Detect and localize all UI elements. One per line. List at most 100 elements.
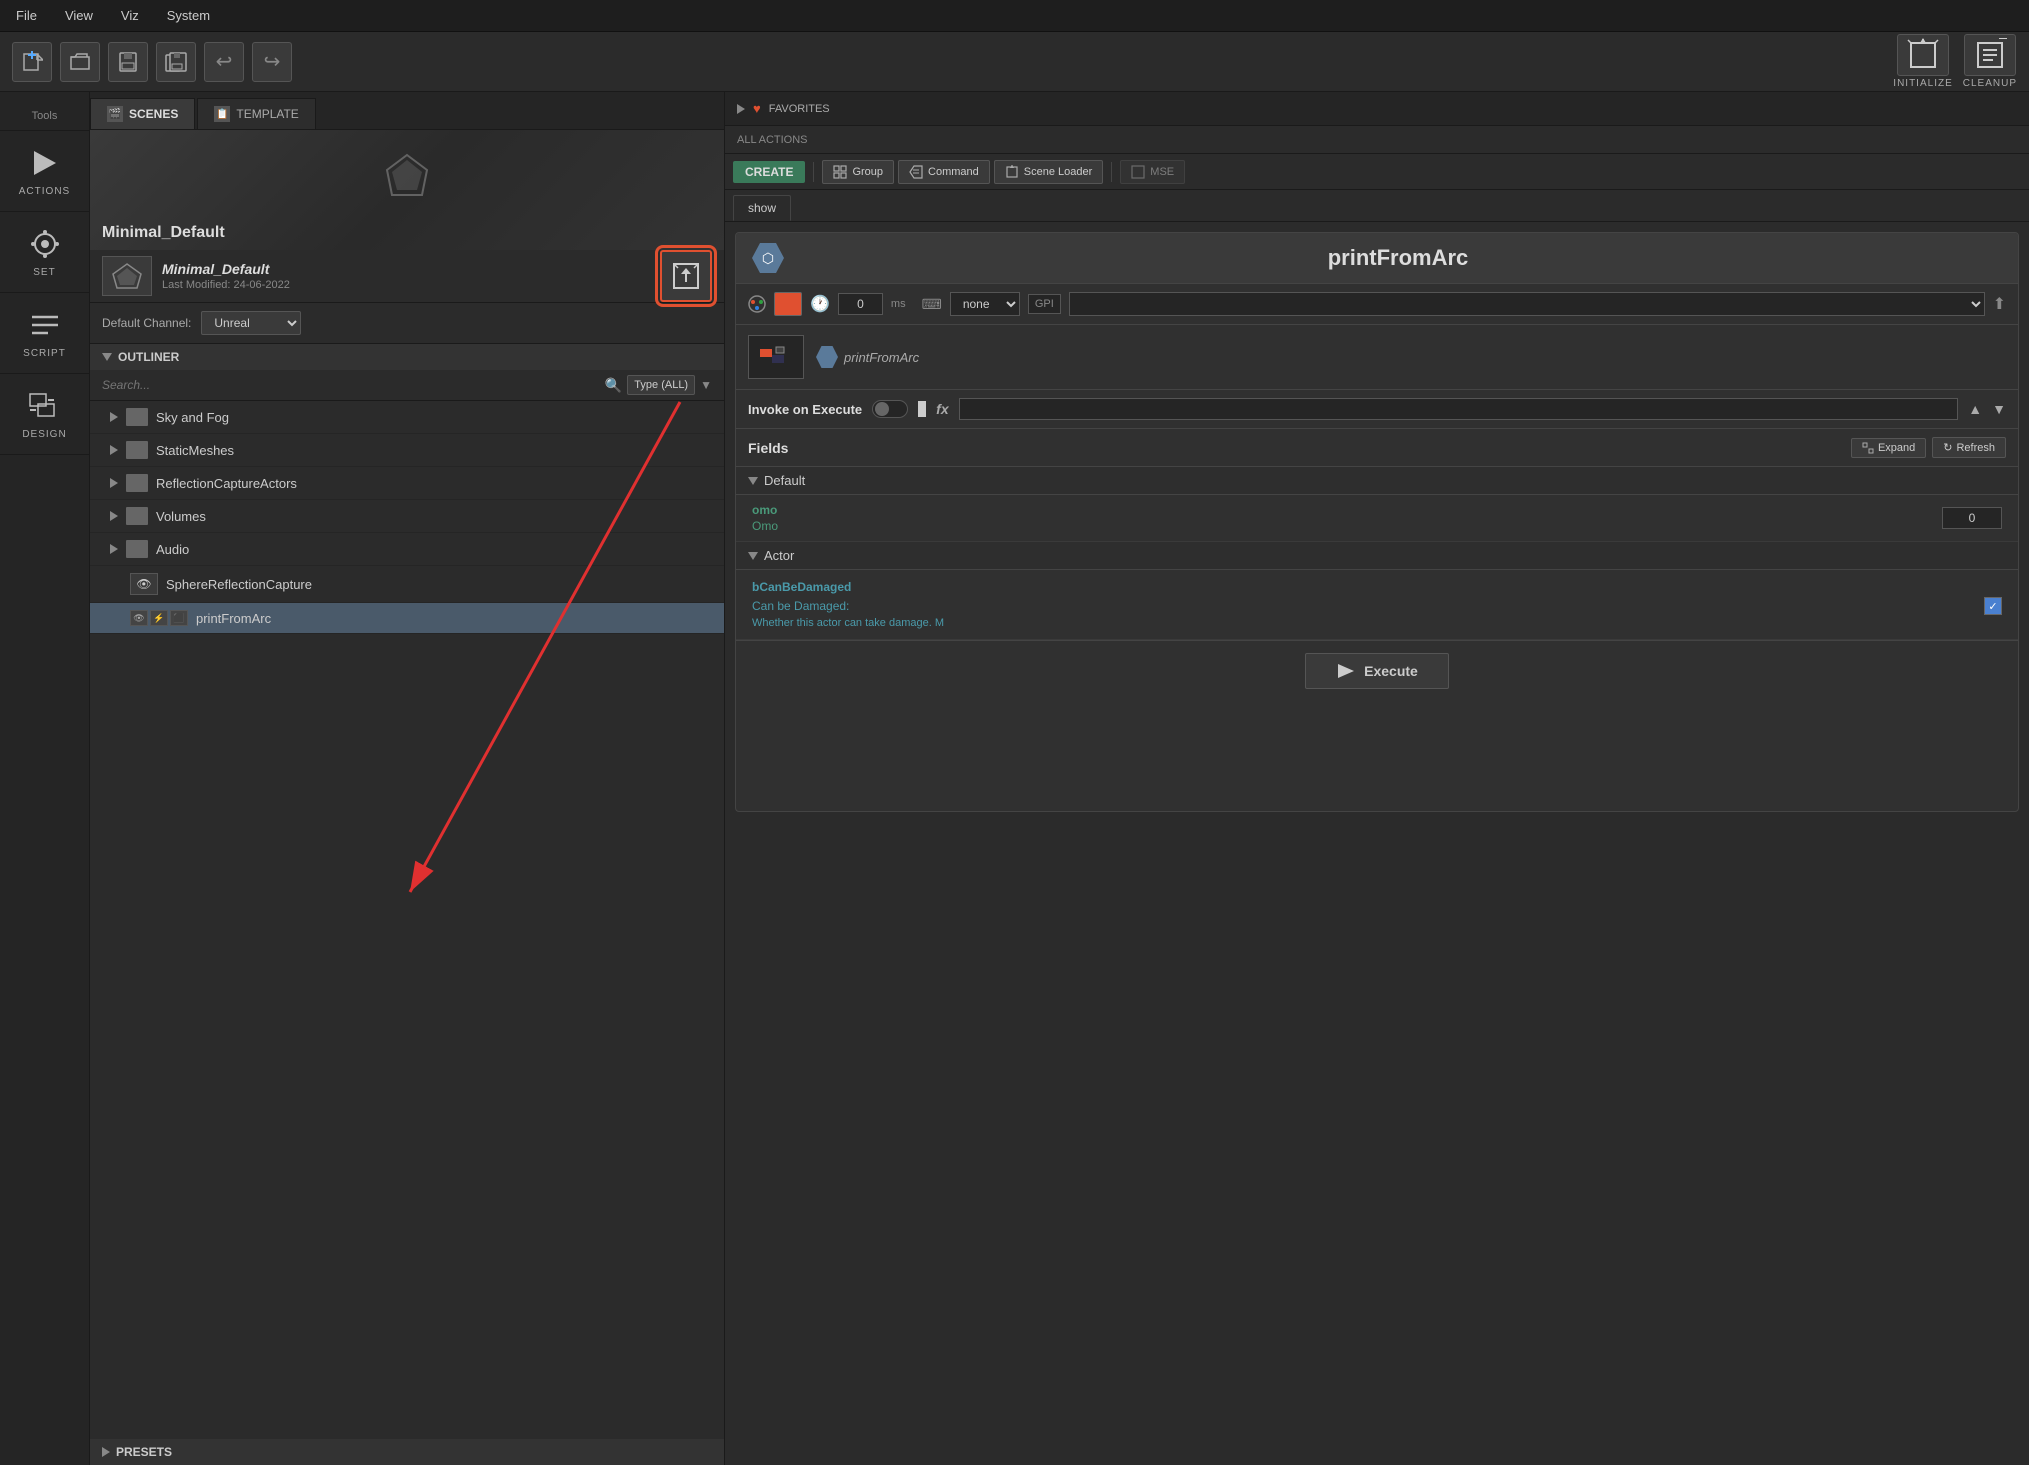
sidebar-item-actions[interactable]: ACTIONS xyxy=(0,131,90,212)
tree-item-audio[interactable]: Audio xyxy=(90,533,724,566)
type-filter-button[interactable]: Type (ALL) xyxy=(627,375,695,395)
sidebar-item-set[interactable]: SET xyxy=(0,212,90,293)
saveas-button[interactable] xyxy=(156,42,196,82)
show-tab[interactable]: show xyxy=(733,195,791,221)
tab-scenes[interactable]: 🎬 SCENES xyxy=(90,98,195,129)
ms-label: ms xyxy=(891,298,906,310)
tree-label-volumes: Volumes xyxy=(156,509,206,524)
script-label: SCRIPT xyxy=(23,348,66,359)
scene-preview: Minimal_Default xyxy=(90,130,724,250)
time-input[interactable] xyxy=(838,293,883,315)
presets-title: PRESETS xyxy=(116,1445,172,1459)
tree-item-reflection[interactable]: ReflectionCaptureActors xyxy=(90,467,724,500)
presets-chevron xyxy=(102,1447,110,1457)
tree-label-reflection: ReflectionCaptureActors xyxy=(156,476,297,491)
design-label: DESIGN xyxy=(22,429,66,440)
favorites-chevron xyxy=(737,104,745,114)
actor-section-header[interactable]: Actor xyxy=(736,542,2018,570)
search-icon[interactable]: 🔍 xyxy=(605,377,622,394)
set-label: SET xyxy=(33,267,55,278)
outliner-search-bar: 🔍 Type (ALL) ▼ xyxy=(90,370,724,401)
fields-title: Fields xyxy=(748,440,1845,456)
tree-item-volumes[interactable]: Volumes xyxy=(90,500,724,533)
right-panel: ♥ FAVORITES ALL ACTIONS CREATE Group Com… xyxy=(725,92,2029,1465)
actor-section-title: Actor xyxy=(764,548,794,563)
menu-system[interactable]: System xyxy=(163,6,214,25)
outliner-title: OUTLINER xyxy=(118,350,179,364)
print-icon-2: ⚡ xyxy=(150,610,168,626)
save-button[interactable] xyxy=(108,42,148,82)
sidebar-item-design[interactable]: DESIGN xyxy=(0,374,90,455)
open-button[interactable] xyxy=(60,42,100,82)
mse-button[interactable]: MSE xyxy=(1120,160,1185,184)
mse-label: MSE xyxy=(1150,166,1174,178)
menu-file[interactable]: File xyxy=(12,6,41,25)
undo-button[interactable]: ↩ xyxy=(204,42,244,82)
default-section-title: Default xyxy=(764,473,805,488)
default-section-header[interactable]: Default xyxy=(736,467,2018,495)
sidebar-icons: Tools ACTIONS SET SCRIPT DESIGN xyxy=(0,92,90,1465)
default-chevron xyxy=(748,477,758,485)
invoke-expression-input[interactable] xyxy=(959,398,1959,420)
keyboard-icon: ⌨ xyxy=(922,296,942,313)
create-toolbar: CREATE Group Command Scene Loader M xyxy=(725,154,2029,190)
command-button[interactable]: Command xyxy=(898,160,990,184)
tree-item-sky-and-fog[interactable]: Sky and Fog xyxy=(90,401,724,434)
actor-field-bcanbedamaged: bCanBeDamaged Can be Damaged: ✓ Whether … xyxy=(736,570,2018,640)
channel-select[interactable]: Unreal xyxy=(201,311,301,335)
create-button[interactable]: CREATE xyxy=(733,161,805,183)
scene-title: Minimal_Default xyxy=(162,261,290,277)
cleanup-button[interactable]: CLEANUP xyxy=(1963,34,2017,89)
tab-template[interactable]: 📋 TEMPLATE xyxy=(197,98,315,129)
type-filter-arrow: ▼ xyxy=(700,378,712,392)
actor-field-checkbox[interactable]: ✓ xyxy=(1984,597,2002,615)
tree-chevron-reflection xyxy=(110,478,118,488)
invoke-arrow-up[interactable]: ▲ xyxy=(1968,401,1982,417)
menu-view[interactable]: View xyxy=(61,6,97,25)
tree-item-static-meshes[interactable]: StaticMeshes xyxy=(90,434,724,467)
command-icon-button[interactable] xyxy=(748,335,804,379)
menu-viz[interactable]: Viz xyxy=(117,6,143,25)
scene-loader-button[interactable]: Scene Loader xyxy=(994,160,1104,184)
design-icon xyxy=(23,388,67,424)
sidebar-item-script[interactable]: SCRIPT xyxy=(0,293,90,374)
scene-preview-icon xyxy=(377,150,437,210)
expand-button[interactable]: Expand xyxy=(1851,438,1926,458)
tree-chevron-volumes xyxy=(110,511,118,521)
tree-label-audio: Audio xyxy=(156,542,189,557)
set-icon xyxy=(23,226,67,262)
gpi-arrow-icon: ⬆ xyxy=(1993,294,2006,314)
tree-chevron-static xyxy=(110,445,118,455)
scene-detail-row: Minimal_Default Last Modified: 24-06-202… xyxy=(90,250,724,303)
invoke-arrow-down[interactable]: ▼ xyxy=(1992,401,2006,417)
color-swatch[interactable] xyxy=(774,292,802,316)
none-select[interactable]: none xyxy=(950,292,1020,316)
print-item-icons: 👁 ⚡ ⬛ xyxy=(130,610,188,626)
refresh-button[interactable]: ↻ Refresh xyxy=(1932,437,2006,458)
toolbar-separator-2 xyxy=(1111,162,1112,182)
initialize-button[interactable]: INITIALIZE xyxy=(1893,34,1952,89)
presets-header[interactable]: PRESETS xyxy=(90,1439,724,1465)
gpi-select[interactable] xyxy=(1069,292,1985,316)
command-panel-header: ⬡ printFromArc xyxy=(736,233,2018,284)
new-button[interactable] xyxy=(12,42,52,82)
tree-item-printfromarc[interactable]: 👁 ⚡ ⬛ printFromArc xyxy=(90,603,724,634)
outliner-header[interactable]: OUTLINER xyxy=(90,344,724,370)
tree-chevron-audio xyxy=(110,544,118,554)
left-panel: 🎬 SCENES 📋 TEMPLATE Minimal_Default xyxy=(90,92,725,1465)
all-actions-bar: ALL ACTIONS xyxy=(725,126,2029,154)
actor-chevron xyxy=(748,552,758,560)
clock-icon: 🕐 xyxy=(810,294,830,314)
scene-loader-label: Scene Loader xyxy=(1024,166,1093,178)
redo-button[interactable]: ↪ xyxy=(252,42,292,82)
scene-modified: Last Modified: 24-06-2022 xyxy=(162,279,290,291)
upload-button[interactable] xyxy=(660,250,712,302)
invoke-toggle[interactable] xyxy=(872,400,908,418)
print-icon-1: 👁 xyxy=(130,610,148,626)
execute-button[interactable]: Execute xyxy=(1305,653,1449,689)
tree-item-sphere[interactable]: 👁 SphereReflectionCapture xyxy=(90,566,724,603)
folder-icon-static xyxy=(126,441,148,459)
field-omo-input[interactable]: 0 xyxy=(1942,507,2002,529)
search-input[interactable] xyxy=(102,378,600,392)
group-button[interactable]: Group xyxy=(822,160,894,184)
